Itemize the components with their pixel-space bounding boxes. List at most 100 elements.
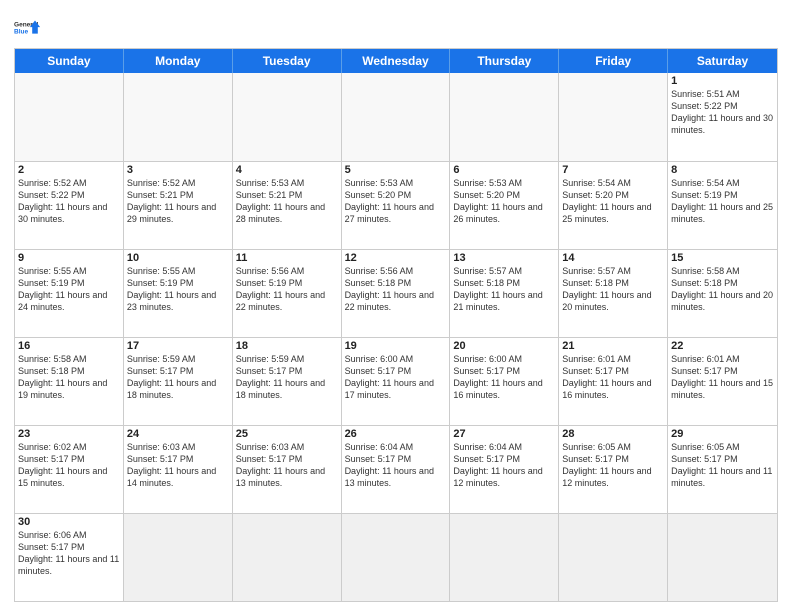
calendar-header-row: SundayMondayTuesdayWednesdayThursdayFrid… (15, 49, 777, 73)
day-number: 20 (453, 340, 555, 352)
cell-info: Sunrise: 5:54 AM Sunset: 5:19 PM Dayligh… (671, 177, 774, 226)
cal-cell: 10Sunrise: 5:55 AM Sunset: 5:19 PM Dayli… (124, 250, 233, 337)
cell-info: Sunrise: 6:04 AM Sunset: 5:17 PM Dayligh… (345, 441, 447, 490)
cal-cell: 27Sunrise: 6:04 AM Sunset: 5:17 PM Dayli… (450, 426, 559, 513)
cell-info: Sunrise: 5:59 AM Sunset: 5:17 PM Dayligh… (127, 353, 229, 402)
day-number: 26 (345, 428, 447, 440)
day-number: 3 (127, 164, 229, 176)
cal-cell: 29Sunrise: 6:05 AM Sunset: 5:17 PM Dayli… (668, 426, 777, 513)
day-number: 30 (18, 516, 120, 528)
day-number: 25 (236, 428, 338, 440)
cal-cell: 22Sunrise: 6:01 AM Sunset: 5:17 PM Dayli… (668, 338, 777, 425)
cell-info: Sunrise: 5:54 AM Sunset: 5:20 PM Dayligh… (562, 177, 664, 226)
day-number: 4 (236, 164, 338, 176)
cal-header-friday: Friday (559, 49, 668, 73)
cell-info: Sunrise: 5:59 AM Sunset: 5:17 PM Dayligh… (236, 353, 338, 402)
cal-cell (233, 73, 342, 161)
cell-info: Sunrise: 6:02 AM Sunset: 5:17 PM Dayligh… (18, 441, 120, 490)
cal-cell (15, 73, 124, 161)
cal-cell (668, 514, 777, 601)
day-number: 11 (236, 252, 338, 264)
cal-cell: 3Sunrise: 5:52 AM Sunset: 5:21 PM Daylig… (124, 162, 233, 249)
cal-cell: 7Sunrise: 5:54 AM Sunset: 5:20 PM Daylig… (559, 162, 668, 249)
cal-cell: 16Sunrise: 5:58 AM Sunset: 5:18 PM Dayli… (15, 338, 124, 425)
day-number: 6 (453, 164, 555, 176)
cal-cell (124, 514, 233, 601)
cell-info: Sunrise: 6:04 AM Sunset: 5:17 PM Dayligh… (453, 441, 555, 490)
cal-cell (233, 514, 342, 601)
cal-cell: 8Sunrise: 5:54 AM Sunset: 5:19 PM Daylig… (668, 162, 777, 249)
cell-info: Sunrise: 5:57 AM Sunset: 5:18 PM Dayligh… (453, 265, 555, 314)
cal-row-3: 16Sunrise: 5:58 AM Sunset: 5:18 PM Dayli… (15, 337, 777, 425)
cal-cell (450, 514, 559, 601)
cal-header-saturday: Saturday (668, 49, 777, 73)
svg-text:Blue: Blue (14, 29, 28, 36)
page: GeneralBlue SundayMondayTuesdayWednesday… (0, 0, 792, 612)
cell-info: Sunrise: 6:05 AM Sunset: 5:17 PM Dayligh… (671, 441, 774, 490)
cal-row-0: 1Sunrise: 5:51 AM Sunset: 5:22 PM Daylig… (15, 73, 777, 161)
day-number: 15 (671, 252, 774, 264)
cell-info: Sunrise: 6:00 AM Sunset: 5:17 PM Dayligh… (345, 353, 447, 402)
day-number: 5 (345, 164, 447, 176)
cell-info: Sunrise: 6:06 AM Sunset: 5:17 PM Dayligh… (18, 529, 120, 578)
cell-info: Sunrise: 6:03 AM Sunset: 5:17 PM Dayligh… (236, 441, 338, 490)
day-number: 16 (18, 340, 120, 352)
cell-info: Sunrise: 5:56 AM Sunset: 5:18 PM Dayligh… (345, 265, 447, 314)
day-number: 21 (562, 340, 664, 352)
day-number: 14 (562, 252, 664, 264)
calendar-body: 1Sunrise: 5:51 AM Sunset: 5:22 PM Daylig… (15, 73, 777, 601)
cal-header-thursday: Thursday (450, 49, 559, 73)
cell-info: Sunrise: 5:55 AM Sunset: 5:19 PM Dayligh… (18, 265, 120, 314)
day-number: 7 (562, 164, 664, 176)
day-number: 24 (127, 428, 229, 440)
cal-cell: 5Sunrise: 5:53 AM Sunset: 5:20 PM Daylig… (342, 162, 451, 249)
cell-info: Sunrise: 5:53 AM Sunset: 5:21 PM Dayligh… (236, 177, 338, 226)
cal-cell: 15Sunrise: 5:58 AM Sunset: 5:18 PM Dayli… (668, 250, 777, 337)
cal-cell: 17Sunrise: 5:59 AM Sunset: 5:17 PM Dayli… (124, 338, 233, 425)
cal-cell: 13Sunrise: 5:57 AM Sunset: 5:18 PM Dayli… (450, 250, 559, 337)
cal-cell: 2Sunrise: 5:52 AM Sunset: 5:22 PM Daylig… (15, 162, 124, 249)
cal-cell: 26Sunrise: 6:04 AM Sunset: 5:17 PM Dayli… (342, 426, 451, 513)
cell-info: Sunrise: 6:05 AM Sunset: 5:17 PM Dayligh… (562, 441, 664, 490)
cal-cell: 1Sunrise: 5:51 AM Sunset: 5:22 PM Daylig… (668, 73, 777, 161)
cal-row-1: 2Sunrise: 5:52 AM Sunset: 5:22 PM Daylig… (15, 161, 777, 249)
cal-cell: 19Sunrise: 6:00 AM Sunset: 5:17 PM Dayli… (342, 338, 451, 425)
cal-cell (450, 73, 559, 161)
cal-cell: 4Sunrise: 5:53 AM Sunset: 5:21 PM Daylig… (233, 162, 342, 249)
cell-info: Sunrise: 5:57 AM Sunset: 5:18 PM Dayligh… (562, 265, 664, 314)
day-number: 9 (18, 252, 120, 264)
day-number: 13 (453, 252, 555, 264)
cell-info: Sunrise: 6:01 AM Sunset: 5:17 PM Dayligh… (562, 353, 664, 402)
cell-info: Sunrise: 5:53 AM Sunset: 5:20 PM Dayligh… (453, 177, 555, 226)
cal-cell: 28Sunrise: 6:05 AM Sunset: 5:17 PM Dayli… (559, 426, 668, 513)
cell-info: Sunrise: 5:55 AM Sunset: 5:19 PM Dayligh… (127, 265, 229, 314)
cal-row-2: 9Sunrise: 5:55 AM Sunset: 5:19 PM Daylig… (15, 249, 777, 337)
cal-header-tuesday: Tuesday (233, 49, 342, 73)
cal-cell: 14Sunrise: 5:57 AM Sunset: 5:18 PM Dayli… (559, 250, 668, 337)
cell-info: Sunrise: 5:58 AM Sunset: 5:18 PM Dayligh… (671, 265, 774, 314)
cal-cell: 6Sunrise: 5:53 AM Sunset: 5:20 PM Daylig… (450, 162, 559, 249)
cal-cell: 25Sunrise: 6:03 AM Sunset: 5:17 PM Dayli… (233, 426, 342, 513)
cell-info: Sunrise: 6:00 AM Sunset: 5:17 PM Dayligh… (453, 353, 555, 402)
day-number: 22 (671, 340, 774, 352)
cal-cell: 18Sunrise: 5:59 AM Sunset: 5:17 PM Dayli… (233, 338, 342, 425)
cell-info: Sunrise: 5:52 AM Sunset: 5:21 PM Dayligh… (127, 177, 229, 226)
cal-row-4: 23Sunrise: 6:02 AM Sunset: 5:17 PM Dayli… (15, 425, 777, 513)
cell-info: Sunrise: 5:53 AM Sunset: 5:20 PM Dayligh… (345, 177, 447, 226)
cell-info: Sunrise: 5:58 AM Sunset: 5:18 PM Dayligh… (18, 353, 120, 402)
day-number: 8 (671, 164, 774, 176)
day-number: 28 (562, 428, 664, 440)
cal-header-monday: Monday (124, 49, 233, 73)
cell-info: Sunrise: 6:01 AM Sunset: 5:17 PM Dayligh… (671, 353, 774, 402)
day-number: 1 (671, 75, 774, 87)
cal-cell (342, 514, 451, 601)
generalblue-logo-icon: GeneralBlue (14, 14, 42, 42)
cal-cell: 23Sunrise: 6:02 AM Sunset: 5:17 PM Dayli… (15, 426, 124, 513)
cal-cell: 20Sunrise: 6:00 AM Sunset: 5:17 PM Dayli… (450, 338, 559, 425)
logo: GeneralBlue (14, 14, 42, 42)
day-number: 17 (127, 340, 229, 352)
day-number: 19 (345, 340, 447, 352)
cell-info: Sunrise: 5:51 AM Sunset: 5:22 PM Dayligh… (671, 88, 774, 137)
header: GeneralBlue (14, 10, 778, 42)
cell-info: Sunrise: 5:56 AM Sunset: 5:19 PM Dayligh… (236, 265, 338, 314)
